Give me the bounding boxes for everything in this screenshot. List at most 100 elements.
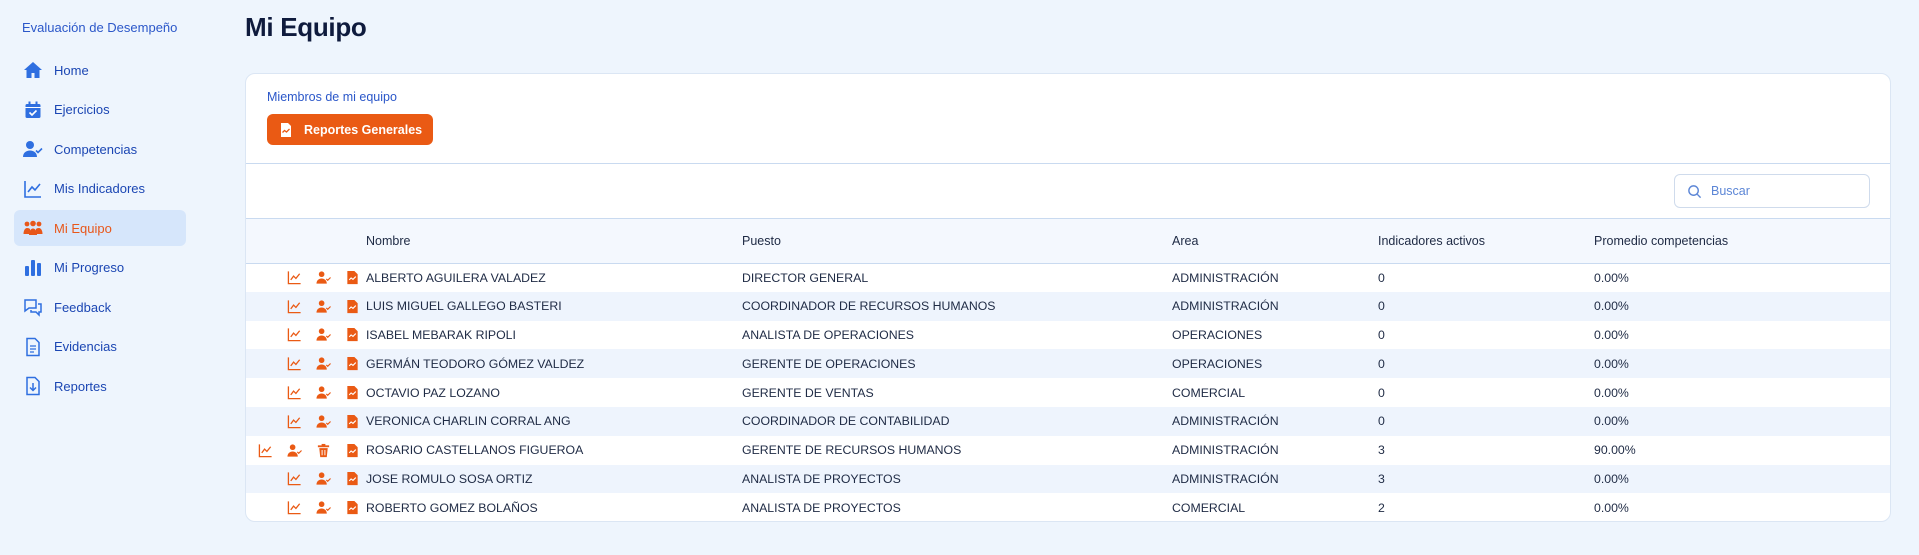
delete-button[interactable] xyxy=(313,440,333,460)
evaluate-competencies-button[interactable] xyxy=(313,268,333,288)
member-report-button[interactable] xyxy=(342,383,362,403)
cell-nombre: LUIS MIGUEL GALLEGO BASTERI xyxy=(366,299,562,314)
evaluate-competencies-button[interactable] xyxy=(313,296,333,316)
member-report-button[interactable] xyxy=(342,498,362,518)
sidebar-item-label: Reportes xyxy=(54,378,107,394)
table-row: ROSARIO CASTELLANOS FIGUEROA GERENTE DE R… xyxy=(246,436,1890,465)
sidebar-item-label: Competencias xyxy=(54,141,138,157)
view-indicators-button[interactable] xyxy=(284,411,304,431)
sidebar-item-home[interactable]: Home xyxy=(14,52,186,88)
col-header-indicadores[interactable]: Indicadores activos xyxy=(1378,219,1594,263)
evaluate-competencies-button[interactable] xyxy=(313,411,333,431)
user-check-icon xyxy=(315,414,331,429)
evaluate-competencies-button[interactable] xyxy=(313,469,333,489)
cell-puesto: GERENTE DE RECURSOS HUMANOS xyxy=(742,443,962,458)
sidebar: Evaluación de Desempeño Home Ejercicios Co… xyxy=(0,0,200,555)
cell-indicadores: 2 xyxy=(1378,500,1385,515)
evaluate-competencies-button[interactable] xyxy=(313,498,333,518)
sidebar-item-mi-progreso[interactable]: Mi Progreso xyxy=(14,250,186,286)
general-reports-button[interactable]: Reportes Generales xyxy=(267,114,434,145)
evaluate-competencies-button[interactable] xyxy=(313,325,333,345)
cell-promedio: 0.00% xyxy=(1594,299,1629,314)
team-table: Nombre Puesto Area Indicadores activos P… xyxy=(246,219,1890,521)
cell-area: ADMINISTRACIÓN xyxy=(1172,471,1279,486)
row-actions xyxy=(246,263,366,292)
col-header-nombre[interactable]: Nombre xyxy=(366,219,742,263)
report-file-icon xyxy=(345,414,360,429)
evaluate-competencies-button[interactable] xyxy=(284,440,304,460)
member-report-button[interactable] xyxy=(342,325,362,345)
row-actions xyxy=(246,349,366,378)
member-report-button[interactable] xyxy=(342,296,362,316)
sidebar-item-label: Ejercicios xyxy=(54,102,110,117)
cell-promedio: 0.00% xyxy=(1594,471,1629,486)
report-file-icon xyxy=(278,122,294,138)
view-indicators-button[interactable] xyxy=(284,354,304,374)
view-indicators-button[interactable] xyxy=(284,268,304,288)
table-row: ROBERTO GOMEZ BOLAÑOS ANALISTA DE PROYECT… xyxy=(246,493,1890,521)
cell-indicadores: 3 xyxy=(1378,443,1385,458)
sidebar-item-feedback[interactable]: Feedback xyxy=(14,289,186,325)
sidebar-item-label: Feedback xyxy=(54,299,112,315)
member-report-button[interactable] xyxy=(342,469,362,489)
row-actions xyxy=(246,407,366,436)
cell-nombre: ALBERTO AGUILERA VALADEZ xyxy=(366,270,546,285)
cell-nombre: VERONICA CHARLIN CORRAL ANG xyxy=(366,414,571,429)
sidebar-item-competencias[interactable]: Competencias xyxy=(14,131,186,167)
actions-header xyxy=(246,219,366,263)
evaluate-competencies-button[interactable] xyxy=(313,354,333,374)
search-input[interactable] xyxy=(1711,184,1851,198)
member-report-button[interactable] xyxy=(342,354,362,374)
calendar-check-icon xyxy=(22,99,44,121)
evaluate-competencies-button[interactable] xyxy=(313,383,333,403)
cell-puesto: ANALISTA DE OPERACIONES xyxy=(742,327,914,342)
cell-area: COMERCIAL xyxy=(1172,385,1246,400)
report-file-icon xyxy=(345,356,360,371)
view-indicators-button[interactable] xyxy=(284,296,304,316)
sidebar-item-mis-indicadores[interactable]: Mis Indicadores xyxy=(14,171,186,207)
user-check-icon xyxy=(315,270,331,285)
chart-line-icon xyxy=(287,500,302,515)
card-subtitle: Miembros de mi equipo xyxy=(267,90,397,104)
user-check-icon xyxy=(315,299,331,314)
view-indicators-button[interactable] xyxy=(284,325,304,345)
col-header-promedio[interactable]: Promedio competencias xyxy=(1594,219,1890,263)
search-box[interactable] xyxy=(1674,174,1870,208)
cell-area: ADMINISTRACIÓN xyxy=(1172,299,1279,314)
member-report-button[interactable] xyxy=(342,411,362,431)
sidebar-item-label: Mi Progreso xyxy=(54,260,125,275)
page-title: Mi Equipo xyxy=(245,12,367,42)
view-indicators-button[interactable] xyxy=(284,498,304,518)
col-header-puesto[interactable]: Puesto xyxy=(742,219,1172,263)
report-file-icon xyxy=(345,500,360,515)
cell-puesto: ANALISTA DE PROYECTOS xyxy=(742,471,901,486)
col-header-area[interactable]: Area xyxy=(1172,219,1378,263)
view-indicators-button[interactable] xyxy=(284,469,304,489)
report-file-icon xyxy=(345,443,360,458)
cell-promedio: 90.00% xyxy=(1594,443,1636,458)
cell-area: ADMINISTRACIÓN xyxy=(1172,270,1279,285)
sidebar-item-reportes[interactable]: Reportes xyxy=(14,368,186,404)
home-icon xyxy=(22,59,44,81)
chart-line-icon xyxy=(258,443,273,458)
sidebar-item-ejercicios[interactable]: Ejercicios xyxy=(14,92,186,128)
view-indicators-button[interactable] xyxy=(255,440,275,460)
table-header-row: Nombre Puesto Area Indicadores activos P… xyxy=(246,219,1890,263)
cell-nombre: ROBERTO GOMEZ BOLAÑOS xyxy=(366,500,538,515)
sidebar-item-mi-equipo[interactable]: Mi Equipo xyxy=(14,210,186,246)
sidebar-item-evidencias[interactable]: Evidencias xyxy=(14,329,186,365)
cell-puesto: GERENTE DE VENTAS xyxy=(742,385,874,400)
row-actions xyxy=(246,465,366,494)
member-report-button[interactable] xyxy=(342,440,362,460)
document-icon xyxy=(22,336,44,358)
user-check-icon xyxy=(315,471,331,486)
table-row: GERMÁN TEODORO GÓMEZ VALDEZ GERENTE DE OP… xyxy=(246,349,1890,379)
cell-puesto: ANALISTA DE PROYECTOS xyxy=(742,500,901,515)
view-indicators-button[interactable] xyxy=(284,383,304,403)
chart-line-icon xyxy=(287,385,302,400)
trash-icon xyxy=(316,443,331,458)
member-report-button[interactable] xyxy=(342,268,362,288)
cell-promedio: 0.00% xyxy=(1594,414,1629,429)
cell-promedio: 0.00% xyxy=(1594,270,1629,285)
table-row: ALBERTO AGUILERA VALADEZ DIRECTOR GENERAL… xyxy=(246,263,1890,292)
